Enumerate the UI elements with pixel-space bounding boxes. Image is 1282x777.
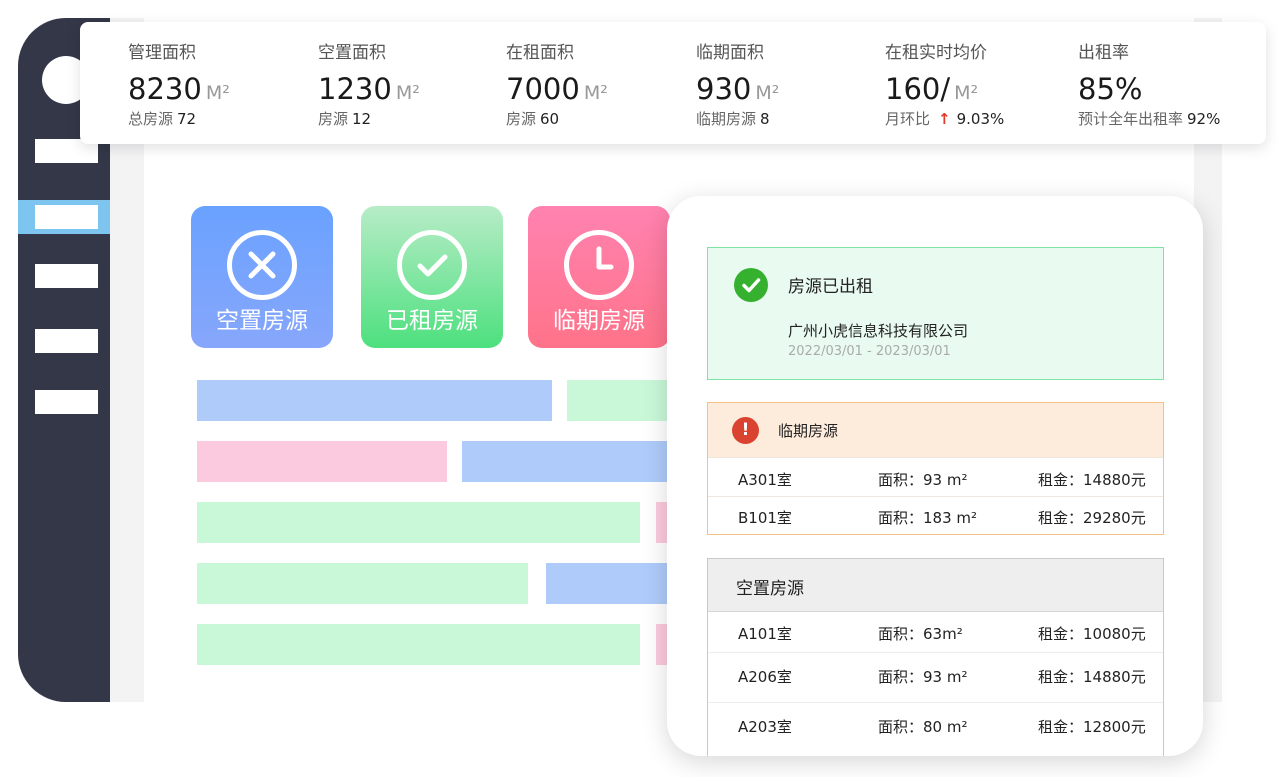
vacant-list: 空置房源 A101室 面积：63m² 租金：10080元 A206室 面积：93… xyxy=(707,558,1164,756)
list-item[interactable]: A101室 面积：63m² 租金：10080元 xyxy=(708,612,1163,652)
exclamation-icon: ! xyxy=(732,417,759,444)
expiring-tile-label: 临期房源 xyxy=(553,308,645,334)
sidebar-item-2-active[interactable] xyxy=(18,200,110,234)
room-number: B101室 xyxy=(738,509,792,527)
stat-label: 出租率 xyxy=(1078,43,1129,63)
stat-sub-value: 92% xyxy=(1187,110,1221,128)
stat-sub-value: 72 xyxy=(177,110,197,128)
placeholder-bar xyxy=(567,380,677,421)
room-area: 面积：93 m² xyxy=(878,471,968,489)
stat-sub: 房源 12 xyxy=(318,108,371,129)
stat-sub: 月环比 ↑ 9.03% xyxy=(885,108,1004,129)
list-item[interactable]: A206室 面积：93 m² 租金：14880元 xyxy=(708,652,1163,702)
stat-label: 在租面积 xyxy=(506,43,574,63)
stat-sub-value: 60 xyxy=(540,110,560,128)
stat-sub: 临期房源 8 xyxy=(696,108,770,129)
stat-unit: M² xyxy=(954,82,979,104)
room-rent: 租金：14880元 xyxy=(1038,471,1146,489)
stat-unit: M² xyxy=(755,82,780,104)
check-circle-icon xyxy=(397,230,467,300)
stat-sub: 预计全年出租率 92% xyxy=(1078,108,1220,129)
stat-number: 8230 xyxy=(128,72,202,106)
clock-icon xyxy=(564,230,634,300)
rented-status-title: 房源已出租 xyxy=(788,277,873,297)
vacant-tile-label: 空置房源 xyxy=(216,308,308,334)
stat-sub-label: 房源 xyxy=(318,110,349,128)
placeholder-bar xyxy=(197,441,447,482)
stat-number: 7000 xyxy=(506,72,580,106)
vacant-list-title: 空置房源 xyxy=(736,579,804,599)
placeholder-bar xyxy=(197,563,528,604)
room-area: 面积：63m² xyxy=(878,625,963,643)
room-rent: 租金：14880元 xyxy=(1038,668,1146,686)
list-item[interactable]: A203室 面积：80 m² 租金：12800元 xyxy=(708,702,1163,752)
stat-value: 85% xyxy=(1078,72,1142,106)
list-item[interactable]: A301室 面积：93 m² 租金：14880元 xyxy=(708,457,1163,496)
room-rent: 租金：10080元 xyxy=(1038,625,1146,643)
tenant-company: 广州小虎信息科技有限公司 xyxy=(788,322,969,340)
room-area: 面积：93 m² xyxy=(878,668,968,686)
stat-label: 管理面积 xyxy=(128,43,196,63)
stat-value: 7000 M² xyxy=(506,72,608,106)
stat-sub-value: 9.03% xyxy=(956,110,1005,128)
stat-number: 160/ xyxy=(885,72,951,106)
sidebar-item-3[interactable] xyxy=(35,264,98,288)
vacant-list-header: 空置房源 xyxy=(708,559,1163,612)
placeholder-bar xyxy=(462,441,677,482)
stat-number: 85% xyxy=(1078,72,1143,106)
stat-label: 空置面积 xyxy=(318,43,386,63)
stat-sub-value: 12 xyxy=(352,110,372,128)
expiring-tile[interactable]: 临期房源 xyxy=(528,206,670,348)
rented-tile-label: 已租房源 xyxy=(386,308,478,334)
room-number: A203室 xyxy=(738,718,792,736)
stat-value: 8230 M² xyxy=(128,72,230,106)
stat-unit: M² xyxy=(395,82,420,104)
room-number: A101室 xyxy=(738,625,792,643)
check-icon xyxy=(734,268,768,302)
stat-sub-value: 8 xyxy=(760,110,770,128)
stat-sub-label: 房源 xyxy=(506,110,537,128)
stats-card: 管理面积 8230 M² 总房源 72 空置面积 1230 M² 房源 12 在租面积 … xyxy=(80,22,1266,144)
expiring-list: ! 临期房源 A301室 面积：93 m² 租金：14880元 B101室 面积… xyxy=(707,402,1164,535)
vacant-tile[interactable]: 空置房源 xyxy=(191,206,333,348)
stat-sub-label: 总房源 xyxy=(128,110,174,128)
placeholder-bar xyxy=(197,380,552,421)
sidebar-item-4[interactable] xyxy=(35,329,98,353)
stat-value: 160/M² xyxy=(885,72,978,106)
stat-label: 在租实时均价 xyxy=(885,43,987,63)
stat-sub: 房源 60 xyxy=(506,108,559,129)
room-rent: 租金：29280元 xyxy=(1038,509,1146,527)
placeholder-bar xyxy=(197,502,640,543)
room-rent: 租金：12800元 xyxy=(1038,718,1146,736)
property-detail-panel: 房源已出租 广州小虎信息科技有限公司 2022/03/01 - 2023/03/… xyxy=(667,196,1203,756)
room-area: 面积：183 m² xyxy=(878,509,978,527)
stat-sub-label: 预计全年出租率 xyxy=(1078,110,1184,128)
room-area: 面积：80 m² xyxy=(878,718,968,736)
expiring-list-title: 临期房源 xyxy=(778,422,839,440)
stat-sub-label: 月环比 xyxy=(885,110,931,128)
stat-unit: M² xyxy=(583,82,608,104)
stat-unit: M² xyxy=(205,82,230,104)
stat-number: 1230 xyxy=(318,72,392,106)
stat-label: 临期面积 xyxy=(696,43,764,63)
placeholder-bar xyxy=(197,624,640,665)
expiring-list-header: ! 临期房源 xyxy=(708,403,1163,457)
rented-status-card[interactable]: 房源已出租 广州小虎信息科技有限公司 2022/03/01 - 2023/03/… xyxy=(707,247,1164,380)
stat-sub-label: 临期房源 xyxy=(696,110,757,128)
stat-number: 930 xyxy=(696,72,752,106)
sidebar-item-2-label xyxy=(35,205,98,229)
rented-tile[interactable]: 已租房源 xyxy=(361,206,503,348)
close-circle-icon xyxy=(227,230,297,300)
stat-value: 930 M² xyxy=(696,72,779,106)
stat-value: 1230 M² xyxy=(318,72,420,106)
room-number: A301室 xyxy=(738,471,792,489)
room-number: A206室 xyxy=(738,668,792,686)
trend-up-arrow-icon: ↑ xyxy=(938,110,951,128)
sidebar-item-5[interactable] xyxy=(35,390,98,414)
placeholder-bar xyxy=(546,563,676,604)
list-item[interactable]: B101室 面积：183 m² 租金：29280元 xyxy=(708,496,1163,535)
lease-period: 2022/03/01 - 2023/03/01 xyxy=(788,344,951,359)
stat-sub: 总房源 72 xyxy=(128,108,196,129)
